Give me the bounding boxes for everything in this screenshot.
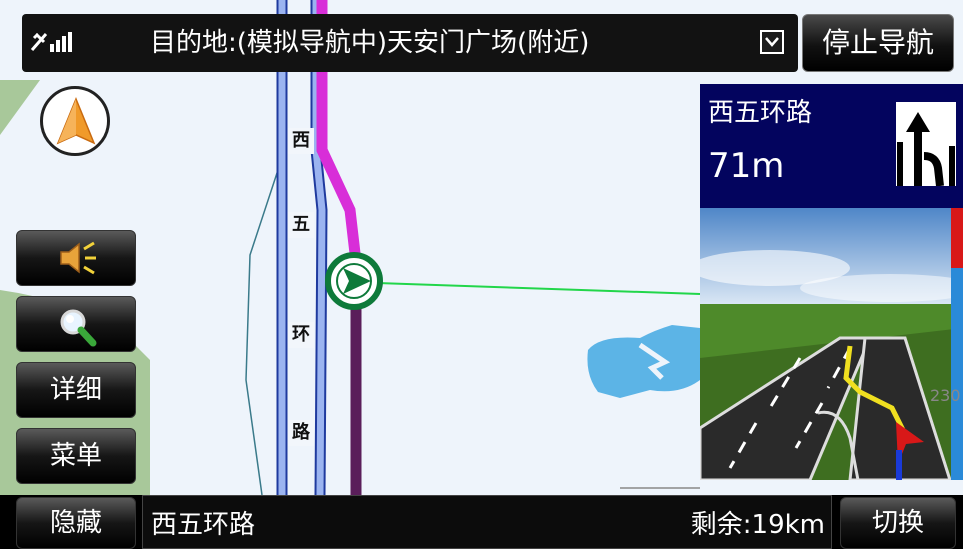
hide-button[interactable]: 隐藏 [16,497,136,549]
road-label-char: 五 [288,212,314,238]
road-label-char: 路 [288,420,314,446]
junction-preview [700,208,963,480]
keep-left-arrow-icon [896,102,956,187]
detail-button[interactable]: 详细 [16,362,136,418]
current-location-icon [325,252,383,310]
turn-guidance-panel: 西五环路 71m [700,84,963,212]
route-status-bar: 西五环路 剩余:19km [142,495,832,549]
menu-button[interactable]: 菜单 [16,428,136,484]
scale-label: 230 [930,386,961,405]
magnifier-icon [60,309,97,347]
next-road-name: 西五环路 [708,98,813,128]
compass-button[interactable] [40,86,110,156]
destination-bar[interactable]: 目的地:(模拟导航中)天安门广场(附近) [22,14,798,72]
stop-navigation-button[interactable]: 停止导航 [802,14,954,72]
road-label-char: 西 [288,128,314,154]
switch-view-button[interactable]: 切换 [840,497,956,549]
search-button[interactable] [16,296,136,352]
remaining-distance: 剩余:19km [690,510,825,540]
speaker-icon [60,241,96,275]
north-arrow-icon [56,97,96,145]
next-turn-distance: 71m [708,146,785,186]
current-road-name: 西五环路 [151,510,256,540]
volume-button[interactable] [16,230,136,286]
destination-text: 目的地:(模拟导航中)天安门广场(附近) [150,28,590,58]
gps-signal-icon [30,28,74,58]
chevron-down-icon[interactable] [760,30,784,54]
road-label-char: 环 [288,322,314,348]
